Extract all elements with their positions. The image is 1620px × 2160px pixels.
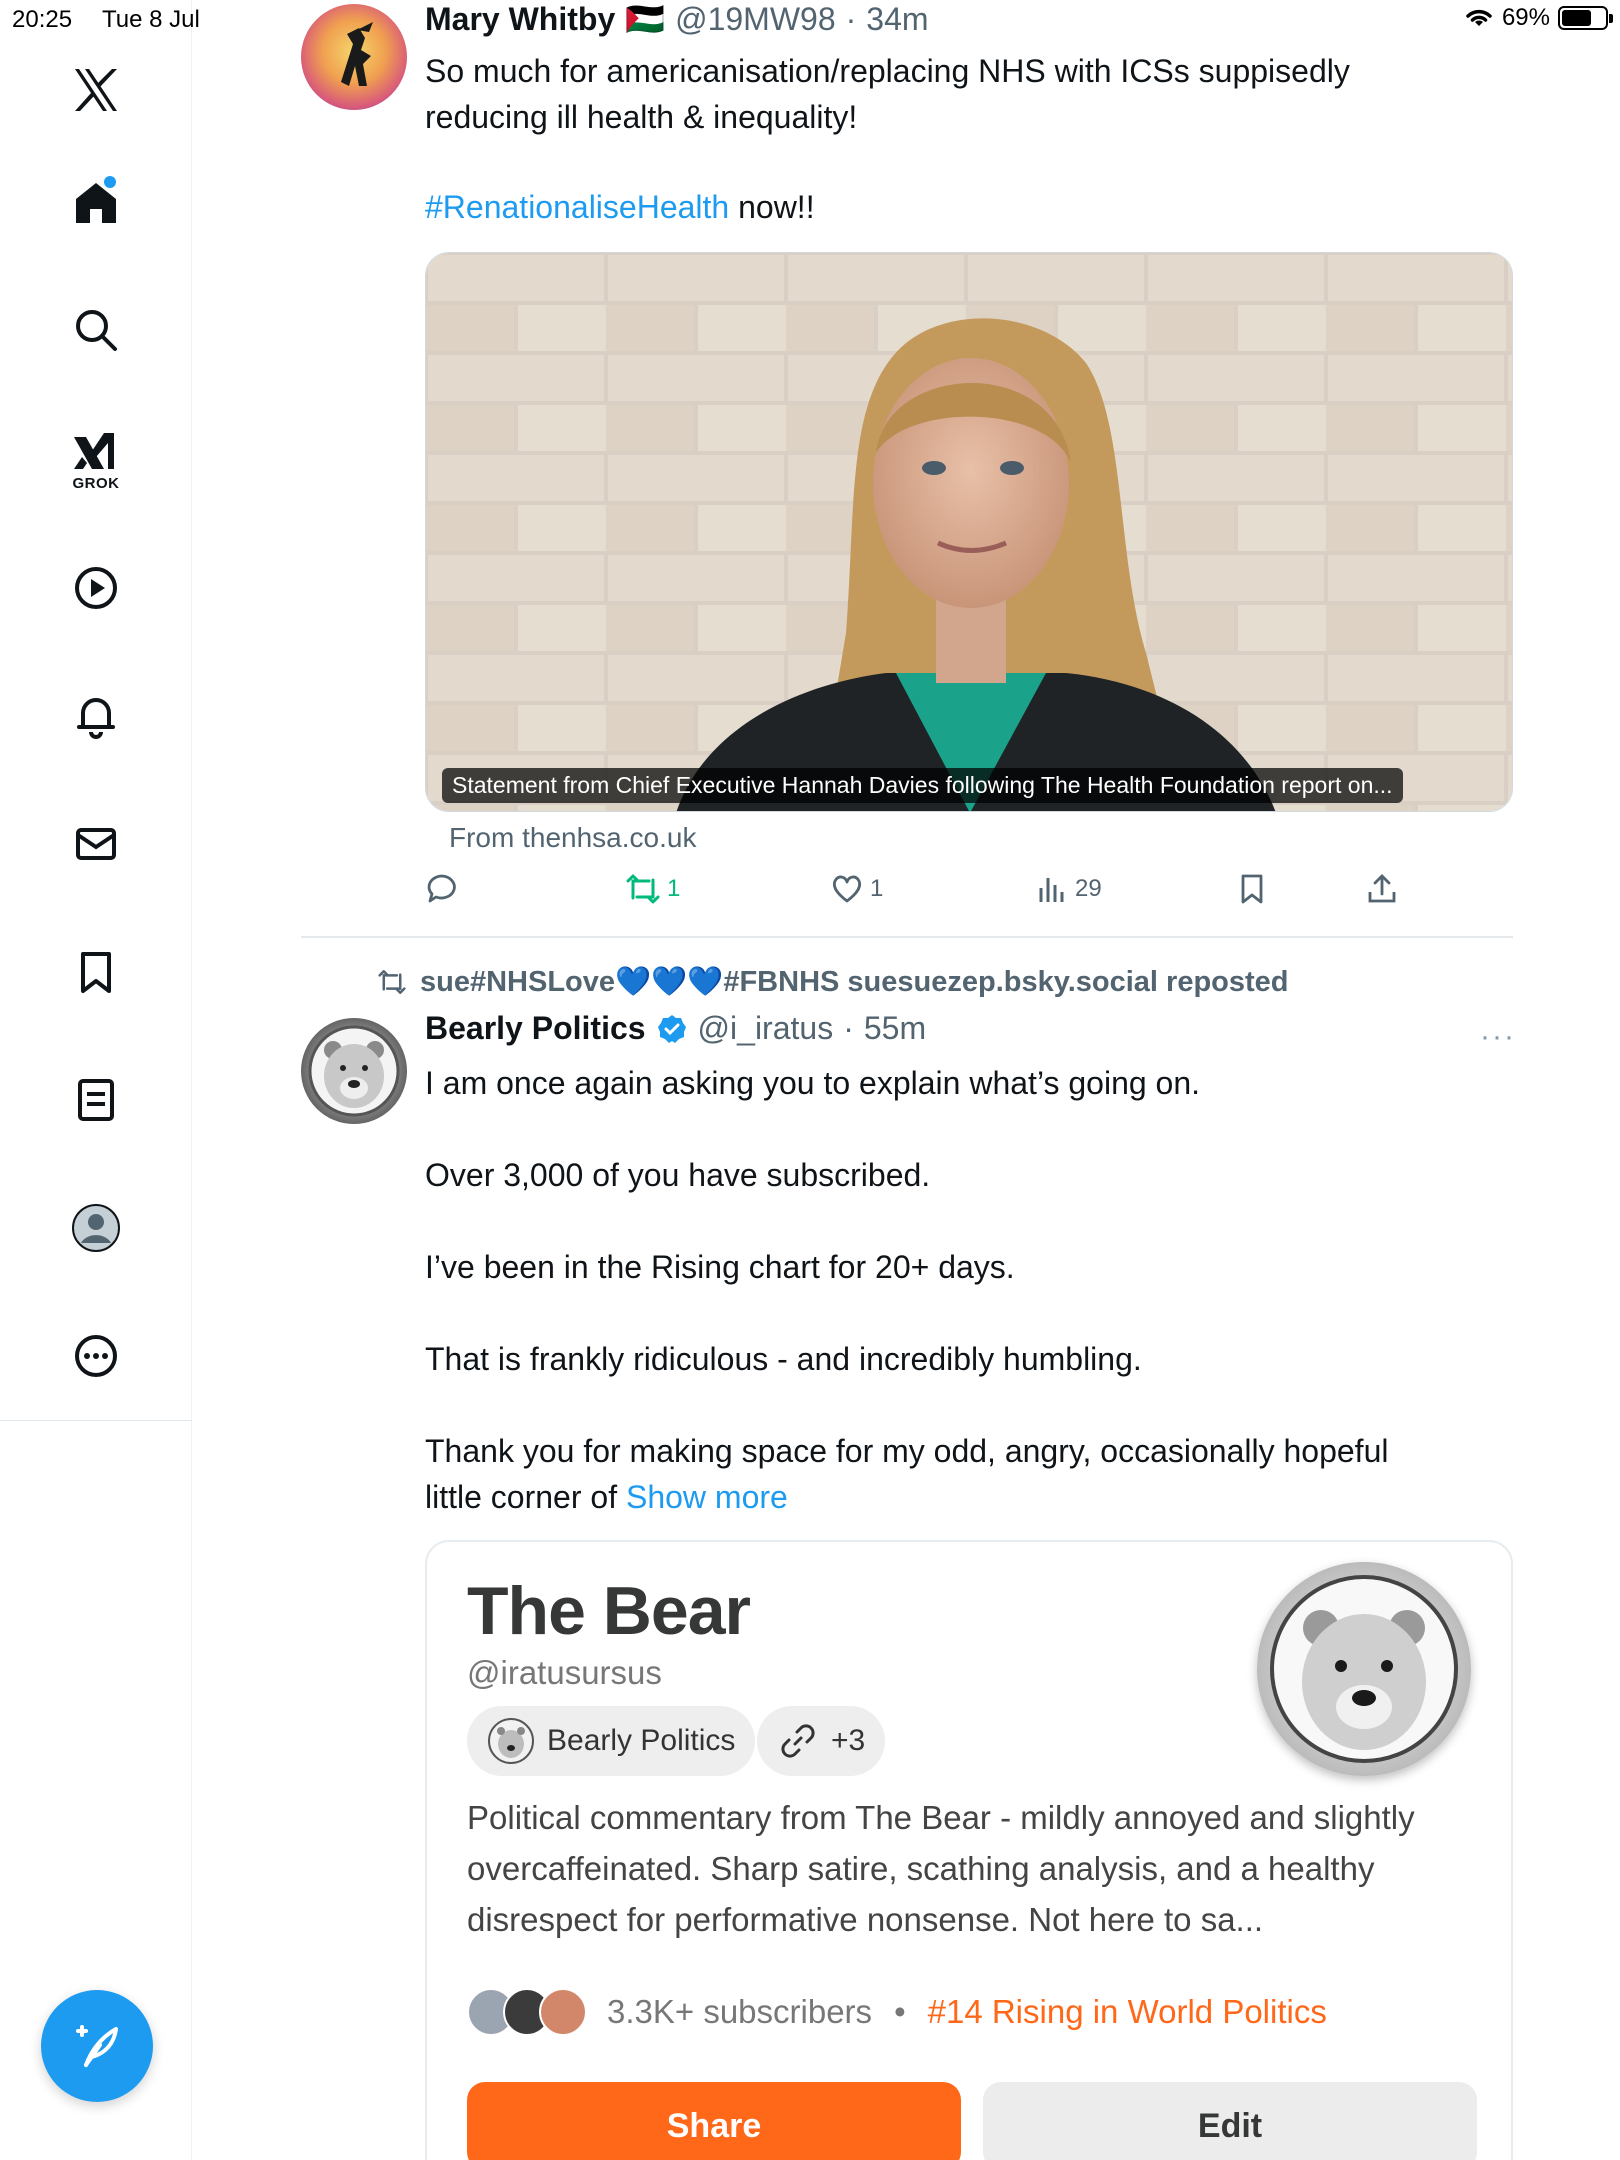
- substack-card[interactable]: The Bear @iratusursus Bearly Politics +3…: [425, 1540, 1513, 2160]
- subscriber-count: 3.3K+ subscribers: [607, 1993, 873, 2030]
- show-more-link[interactable]: Show more: [626, 1479, 788, 1515]
- subscriber-avatars: [467, 1988, 587, 2036]
- stats-dot: •: [894, 1993, 906, 2030]
- more-options-icon[interactable]: ···: [1480, 1020, 1516, 1054]
- chip-extra-count: +3: [831, 1724, 866, 1757]
- like-count: 1: [870, 875, 884, 902]
- share-card-button[interactable]: Share: [467, 2082, 961, 2160]
- card-bear-logo: [1257, 1562, 1471, 1776]
- card-description: Political commentary from The Bear - mil…: [467, 1799, 1415, 1938]
- repost-icon: [626, 874, 660, 904]
- dot-separator: ·: [843, 1010, 854, 1046]
- views-count: 29: [1075, 875, 1102, 902]
- tweet1-paragraph: So much for americanisation/replacing NH…: [425, 53, 1350, 135]
- tweet1-text: So much for americanisation/replacing NH…: [425, 48, 1435, 276]
- share-icon: [1368, 874, 1396, 903]
- bookmark-icon: [1241, 874, 1263, 904]
- status-date: Tue 8 Jul: [102, 6, 200, 33]
- hashtag-link[interactable]: #RenationaliseHealth: [425, 189, 729, 225]
- repost-button[interactable]: 1: [625, 872, 680, 906]
- avatar-bearly-politics[interactable]: [301, 1018, 407, 1124]
- share-button[interactable]: [1365, 872, 1399, 906]
- card-stats: 3.3K+ subscribers • #14 Rising in World …: [467, 1982, 1327, 2042]
- verified-badge-icon: [657, 1014, 686, 1043]
- tweet2-header: Bearly Politics @i_iratus · 55m: [425, 1010, 926, 1047]
- tweet2-paragraph: Over 3,000 of you have subscribed.: [425, 1157, 931, 1193]
- repost-by: sue#NHSLove💙💙💙#FBNHS suesuezep.bsky.soci…: [420, 966, 1289, 998]
- repost-count: 1: [667, 875, 681, 902]
- wifi-icon: [1466, 9, 1492, 26]
- tweet2-paragraph: I am once again asking you to explain wh…: [425, 1065, 1201, 1101]
- chip-label: Bearly Politics: [547, 1724, 736, 1757]
- reply-button[interactable]: [425, 872, 459, 906]
- battery-percent: 69%: [1501, 4, 1550, 31]
- views-button[interactable]: 29: [1035, 872, 1102, 906]
- reply-icon: [427, 874, 456, 903]
- status-bar: 20:25 Tue 8 Jul 69%: [0, 0, 1620, 40]
- rising-rank-link[interactable]: #14 Rising in World Politics: [928, 1993, 1327, 2031]
- author-handle[interactable]: @i_iratus: [698, 1010, 834, 1047]
- bear-avatar-icon: [488, 1718, 534, 1764]
- views-icon: [1039, 878, 1064, 902]
- author-chip[interactable]: Bearly Politics: [467, 1706, 756, 1776]
- subscriber-avatar: [539, 1988, 587, 2036]
- repost-small-icon: [378, 970, 406, 994]
- author-name[interactable]: Bearly Politics: [425, 1010, 646, 1047]
- tweet2-paragraph: Thank you for making space for my odd, a…: [425, 1433, 1389, 1515]
- link-source[interactable]: From thenhsa.co.uk: [449, 822, 696, 854]
- battery-icon: [1558, 6, 1613, 30]
- like-button[interactable]: 1: [830, 872, 883, 906]
- link-card-image[interactable]: Statement from Chief Executive Hannah Da…: [425, 252, 1513, 812]
- links-chip[interactable]: +3: [757, 1706, 886, 1776]
- tweet2-paragraph: I’ve been in the Rising chart for 20+ da…: [425, 1249, 1015, 1285]
- tweet1-actions: 1 1 29: [425, 872, 1425, 922]
- status-indicators: 69%: [1464, 4, 1613, 32]
- status-time: 20:25: [12, 6, 73, 33]
- tweet1-tail: now!!: [729, 189, 815, 225]
- heart-icon: [832, 875, 862, 903]
- card-handle: @iratusursus: [467, 1654, 662, 1691]
- tweet-divider: [301, 936, 1513, 938]
- tweet2-paragraph: That is frankly ridiculous - and incredi…: [425, 1341, 1142, 1377]
- media-caption: Statement from Chief Executive Hannah Da…: [442, 768, 1403, 803]
- edit-card-button[interactable]: Edit: [983, 2082, 1477, 2160]
- timestamp[interactable]: 55m: [864, 1010, 926, 1047]
- repost-attribution[interactable]: sue#NHSLove💙💙💙#FBNHS suesuezep.bsky.soci…: [376, 965, 1289, 999]
- link-icon: [781, 1724, 815, 1758]
- portrait-photo: [426, 253, 1512, 811]
- bookmark-button[interactable]: [1235, 872, 1269, 906]
- card-title: The Bear: [467, 1573, 751, 1649]
- timeline: Mary Whitby 🇵🇸 @19MW98 · 34m So much for…: [0, 0, 1620, 2160]
- tweet2-text: I am once again asking you to explain wh…: [425, 1060, 1445, 1566]
